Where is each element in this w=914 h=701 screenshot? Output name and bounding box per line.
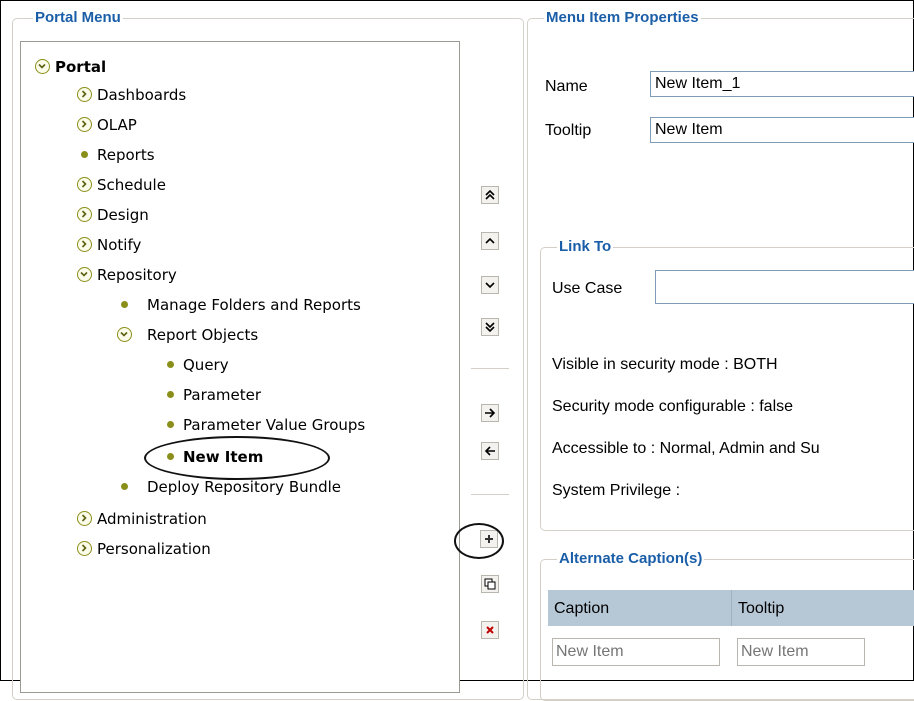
tooltip-column-header: Tooltip (738, 600, 785, 617)
tree-label: Design (97, 206, 149, 224)
move-up-button[interactable] (481, 232, 499, 250)
link-to-legend: Link To (557, 238, 614, 255)
portal-menu-legend: Portal Menu (33, 9, 123, 26)
move-to-top-button[interactable] (481, 186, 499, 204)
double-chevron-down-icon (485, 322, 495, 333)
tree-label: Report Objects (147, 326, 259, 344)
tree-label: Portal (55, 58, 107, 76)
tree-label: Notify (97, 236, 142, 254)
move-down-button[interactable] (481, 276, 499, 294)
expanded-icon[interactable] (117, 327, 132, 342)
alternate-captions-group: Alternate Caption(s) (540, 550, 914, 701)
alternate-captions-legend: Alternate Caption(s) (557, 550, 705, 567)
arrow-right-icon (485, 408, 496, 418)
name-label: Name (545, 78, 588, 95)
tree-label: Personalization (97, 540, 211, 558)
name-field[interactable]: New Item_1 (650, 71, 914, 97)
chevron-down-icon (485, 282, 495, 289)
highlight-oval-new-item (144, 436, 330, 480)
use-case-label: Use Case (552, 280, 623, 297)
tooltip-field[interactable]: New Item (650, 117, 914, 143)
tree-label: Deploy Repository Bundle (147, 478, 342, 496)
tree-label: Parameter Value Groups (183, 416, 366, 434)
toolbar-separator (471, 368, 509, 369)
leaf-bullet-icon (167, 361, 174, 368)
delete-icon (486, 626, 494, 634)
collapsed-icon[interactable] (77, 117, 92, 132)
leaf-bullet-icon (167, 391, 174, 398)
visible-security-mode: Visible in security mode : BOTH (552, 356, 778, 373)
tree-label: Dashboards (97, 86, 187, 104)
move-to-bottom-button[interactable] (481, 318, 499, 336)
copy-item-button[interactable] (481, 575, 499, 593)
delete-item-button[interactable] (481, 621, 499, 639)
chevron-up-icon (485, 237, 495, 244)
tooltip-label: Tooltip (545, 122, 592, 139)
use-case-field[interactable] (655, 270, 914, 304)
caption-input[interactable] (552, 638, 720, 666)
tooltip-input[interactable] (737, 638, 865, 666)
copy-icon (484, 578, 496, 590)
leaf-bullet-icon (121, 301, 128, 308)
leaf-bullet-icon (167, 421, 174, 428)
tree-label: Reports (97, 146, 155, 164)
expanded-icon[interactable] (77, 267, 92, 282)
collapsed-icon[interactable] (77, 207, 92, 222)
system-privilege: System Privilege : (552, 482, 681, 499)
leaf-bullet-icon (121, 483, 128, 490)
toolbar-separator (471, 494, 509, 495)
collapsed-icon[interactable] (77, 237, 92, 252)
portal-menu-tree: Portal Dashboards OLAP Reports Schedule … (20, 41, 460, 693)
collapsed-icon[interactable] (77, 177, 92, 192)
caption-column-header: Caption (554, 600, 610, 617)
leaf-bullet-icon (81, 151, 88, 158)
security-mode-configurable: Security mode configurable : false (552, 398, 794, 415)
tree-label: Repository (97, 266, 177, 284)
tree-label: Administration (97, 510, 207, 528)
accessible-to: Accessible to : Normal, Admin and Su (552, 440, 820, 457)
tree-label: Query (183, 356, 229, 374)
double-chevron-up-icon (485, 189, 495, 200)
arrow-left-icon (484, 446, 495, 456)
tree-label: Manage Folders and Reports (147, 296, 361, 314)
collapsed-icon[interactable] (77, 511, 92, 526)
tree-label: Parameter (183, 386, 262, 404)
outdent-button[interactable] (481, 442, 499, 460)
properties-legend: Menu Item Properties (544, 9, 701, 26)
expanded-icon[interactable] (35, 59, 50, 74)
collapsed-icon[interactable] (77, 87, 92, 102)
highlight-oval-add-button (454, 523, 504, 559)
tree-label: OLAP (97, 116, 137, 134)
collapsed-icon[interactable] (77, 541, 92, 556)
tree-label: Schedule (97, 176, 166, 194)
column-divider (731, 590, 732, 626)
indent-button[interactable] (481, 404, 499, 422)
